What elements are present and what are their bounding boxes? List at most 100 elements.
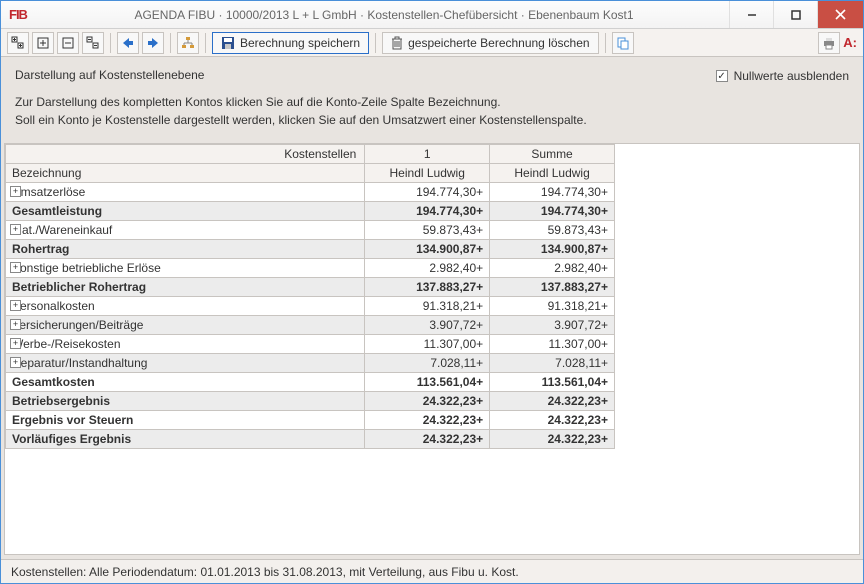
row-value-1[interactable]: 11.307,00+	[365, 335, 490, 354]
close-button[interactable]	[817, 1, 863, 28]
row-value-1[interactable]: 3.907,72+	[365, 316, 490, 335]
expand-icon[interactable]: +	[10, 338, 21, 349]
row-value-sum[interactable]: 194.774,30+	[490, 202, 615, 221]
row-value-sum[interactable]: 3.907,72+	[490, 316, 615, 335]
col-header-summe[interactable]: Summe	[490, 145, 615, 164]
row-label[interactable]: Rohertrag	[6, 240, 365, 259]
info-text: Darstellung auf Kostenstellenebene Zur D…	[15, 67, 716, 129]
table-row[interactable]: Betrieblicher Rohertrag137.883,27+137.88…	[6, 278, 615, 297]
table-row[interactable]: +Sonstige betriebliche Erlöse2.982,40+2.…	[6, 259, 615, 278]
table-row[interactable]: Gesamtkosten113.561,04+113.561,04+	[6, 373, 615, 392]
print-button[interactable]	[818, 32, 840, 54]
col-header-1[interactable]: 1	[365, 145, 490, 164]
col-subheader-summe[interactable]: Heindl Ludwig	[490, 164, 615, 183]
row-label-text: Personalkosten	[12, 299, 95, 313]
info-line1: Zur Darstellung des kompletten Kontos kl…	[15, 94, 716, 111]
nullwerte-checkbox[interactable]: ✓ Nullwerte ausblenden	[716, 69, 849, 83]
table-row[interactable]: Ergebnis vor Steuern24.322,23+24.322,23+	[6, 411, 615, 430]
table-row[interactable]: Vorläufiges Ergebnis 24.322,23+24.322,23+	[6, 430, 615, 449]
copy-button[interactable]	[612, 32, 634, 54]
collapse-all-button[interactable]	[82, 32, 104, 54]
row-label-text: Gesamtleistung	[12, 204, 102, 218]
row-value-1[interactable]: 59.873,43+	[365, 221, 490, 240]
col-subheader-1[interactable]: Heindl Ludwig	[365, 164, 490, 183]
row-value-sum[interactable]: 7.028,11+	[490, 354, 615, 373]
row-label[interactable]: Gesamtleistung	[6, 202, 365, 221]
expand-button[interactable]	[32, 32, 54, 54]
row-label[interactable]: +Versicherungen/Beiträge	[6, 316, 365, 335]
table-row[interactable]: Betriebsergebnis24.322,23+24.322,23+	[6, 392, 615, 411]
table-row[interactable]: Gesamtleistung 194.774,30+194.774,30+	[6, 202, 615, 221]
row-value-sum[interactable]: 24.322,23+	[490, 430, 615, 449]
maximize-button[interactable]	[773, 1, 817, 28]
row-value-sum[interactable]: 194.774,30+	[490, 183, 615, 202]
row-value-1[interactable]: 2.982,40+	[365, 259, 490, 278]
trash-icon	[391, 36, 403, 50]
row-value-sum[interactable]: 59.873,43+	[490, 221, 615, 240]
row-label-text: Umsatzerlöse	[12, 185, 85, 199]
row-label[interactable]: +Werbe-/Reisekosten	[6, 335, 365, 354]
row-label[interactable]: Betriebsergebnis	[6, 392, 365, 411]
delete-calculation-button[interactable]: gespeicherte Berechnung löschen	[382, 32, 598, 54]
info-line2: Soll ein Konto je Kostenstelle dargestel…	[15, 112, 716, 129]
app-window: FIB AGENDA FIBU · 10000/2013 L + L GmbH …	[0, 0, 864, 584]
minimize-button[interactable]	[729, 1, 773, 28]
row-value-sum[interactable]: 24.322,23+	[490, 411, 615, 430]
expand-icon[interactable]: +	[10, 186, 21, 197]
table-row[interactable]: +Werbe-/Reisekosten11.307,00+11.307,00+	[6, 335, 615, 354]
row-label[interactable]: +Personalkosten	[6, 297, 365, 316]
app-icon: FIB	[9, 7, 39, 22]
copy-icon	[616, 36, 630, 50]
ax-label[interactable]: A:	[843, 32, 857, 54]
row-value-1[interactable]: 24.322,23+	[365, 392, 490, 411]
minus-icon	[62, 37, 74, 49]
row-label-text: Vorläufiges Ergebnis	[12, 432, 131, 446]
col-header-kostenstellen[interactable]: Kostenstellen	[6, 145, 365, 164]
expand-icon[interactable]: +	[10, 224, 21, 235]
row-label[interactable]: +Sonstige betriebliche Erlöse	[6, 259, 365, 278]
row-value-1[interactable]: 194.774,30+	[365, 183, 490, 202]
expand-icon[interactable]: +	[10, 319, 21, 330]
table-row[interactable]: Rohertrag134.900,87+134.900,87+	[6, 240, 615, 259]
row-label[interactable]: Betrieblicher Rohertrag	[6, 278, 365, 297]
collapse-button[interactable]	[57, 32, 79, 54]
row-value-sum[interactable]: 2.982,40+	[490, 259, 615, 278]
table-row[interactable]: +Versicherungen/Beiträge3.907,72+3.907,7…	[6, 316, 615, 335]
row-label-text: Werbe-/Reisekosten	[12, 337, 121, 351]
row-label[interactable]: Gesamtkosten	[6, 373, 365, 392]
row-value-1[interactable]: 7.028,11+	[365, 354, 490, 373]
table-row[interactable]: +Reparatur/Instandhaltung7.028,11+7.028,…	[6, 354, 615, 373]
row-label[interactable]: Vorläufiges Ergebnis	[6, 430, 365, 449]
expand-icon[interactable]: +	[10, 357, 21, 368]
row-value-1[interactable]: 194.774,30+	[365, 202, 490, 221]
row-label[interactable]: +Reparatur/Instandhaltung	[6, 354, 365, 373]
save-calculation-button[interactable]: Berechnung speichern	[212, 32, 369, 54]
row-label[interactable]: +Umsatzerlöse	[6, 183, 365, 202]
row-value-1[interactable]: 24.322,23+	[365, 430, 490, 449]
row-value-1[interactable]: 134.900,87+	[365, 240, 490, 259]
toolbar-separator	[205, 33, 206, 53]
row-label[interactable]: +Mat./Wareneinkauf	[6, 221, 365, 240]
expand-all-button[interactable]	[7, 32, 29, 54]
table-row[interactable]: +Umsatzerlöse194.774,30+194.774,30+	[6, 183, 615, 202]
expand-icon[interactable]: +	[10, 300, 21, 311]
tree-button[interactable]	[177, 32, 199, 54]
nullwerte-label: Nullwerte ausblenden	[734, 69, 849, 83]
row-value-1[interactable]: 113.561,04+	[365, 373, 490, 392]
nav-back-button[interactable]	[117, 32, 139, 54]
nav-forward-button[interactable]	[142, 32, 164, 54]
row-value-sum[interactable]: 113.561,04+	[490, 373, 615, 392]
row-value-sum[interactable]: 91.318,21+	[490, 297, 615, 316]
row-value-1[interactable]: 24.322,23+	[365, 411, 490, 430]
row-value-sum[interactable]: 11.307,00+	[490, 335, 615, 354]
row-value-1[interactable]: 91.318,21+	[365, 297, 490, 316]
expand-icon[interactable]: +	[10, 262, 21, 273]
row-value-sum[interactable]: 24.322,23+	[490, 392, 615, 411]
row-label[interactable]: Ergebnis vor Steuern	[6, 411, 365, 430]
table-row[interactable]: +Mat./Wareneinkauf59.873,43+59.873,43+	[6, 221, 615, 240]
table-row[interactable]: +Personalkosten91.318,21+91.318,21+	[6, 297, 615, 316]
row-value-sum[interactable]: 134.900,87+	[490, 240, 615, 259]
row-value-sum[interactable]: 137.883,27+	[490, 278, 615, 297]
col-header-bezeichnung[interactable]: Bezeichnung	[6, 164, 365, 183]
row-value-1[interactable]: 137.883,27+	[365, 278, 490, 297]
